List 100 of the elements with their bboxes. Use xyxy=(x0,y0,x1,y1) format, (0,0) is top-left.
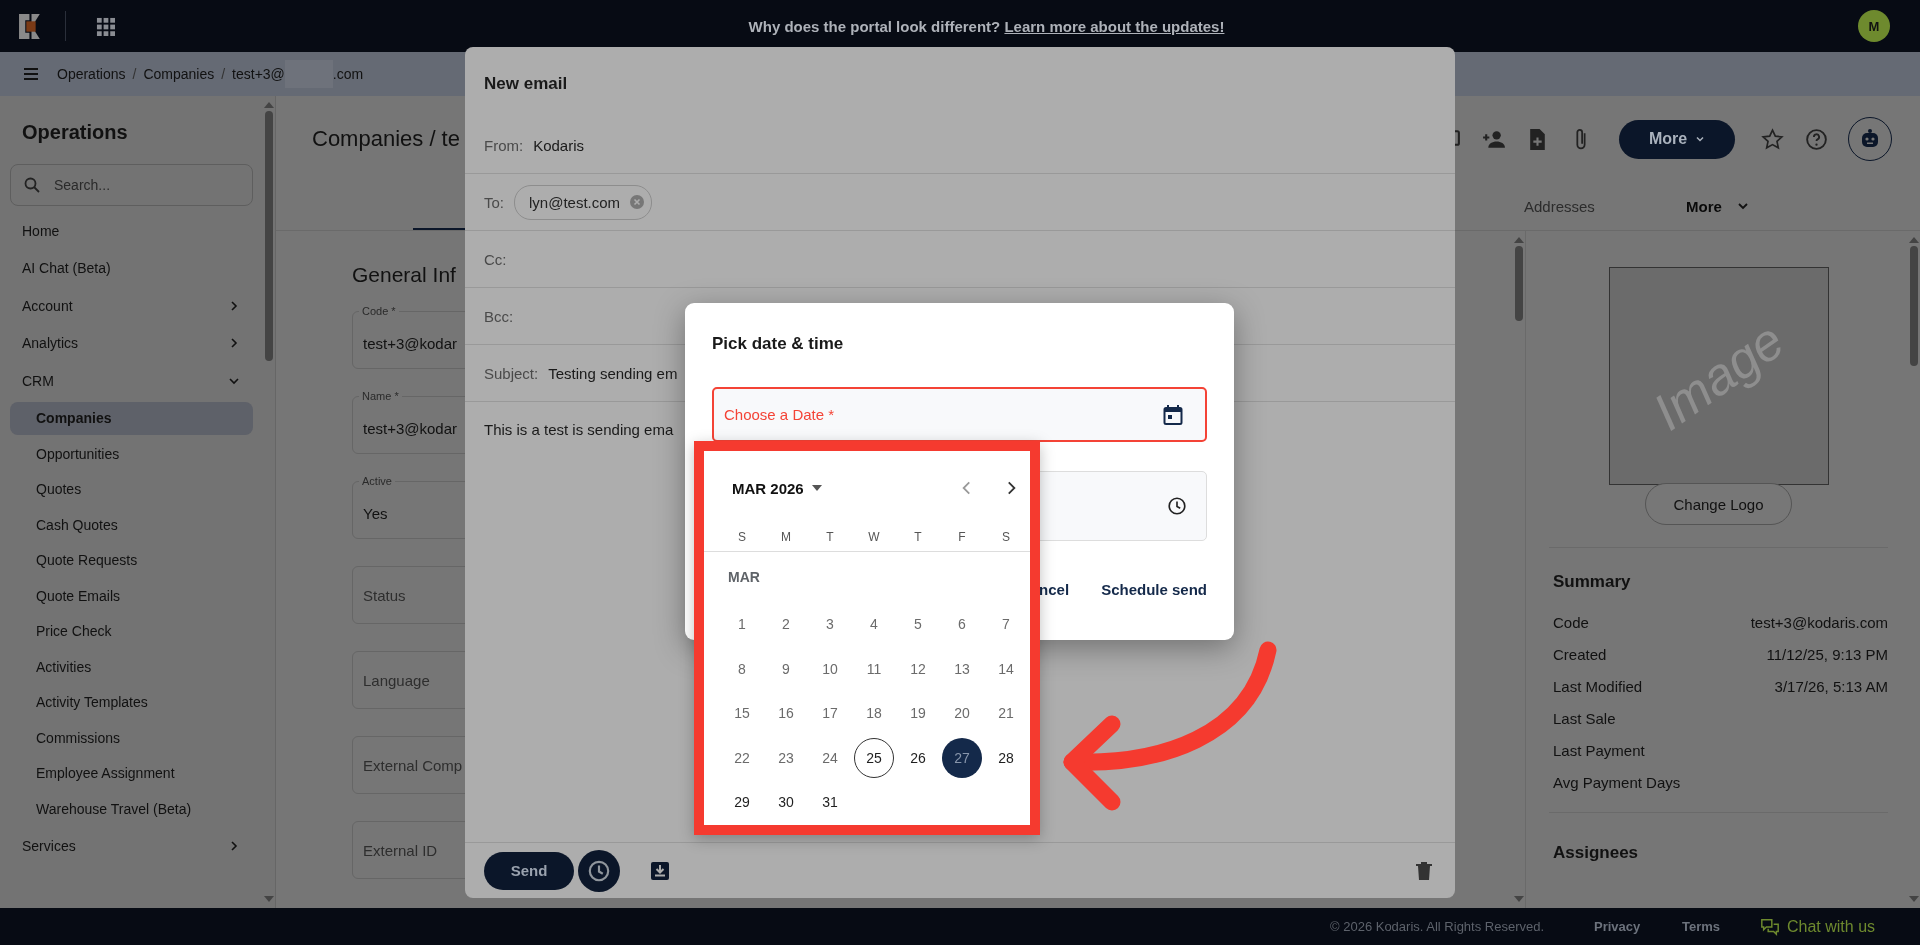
recipient-chip[interactable]: lyn@test.com xyxy=(514,184,653,220)
summary-label: Last Payment xyxy=(1553,741,1645,759)
copyright-text: © 2026 Kodaris. All Rights Reserved. xyxy=(1330,919,1546,934)
breadcrumb-current: test+3@ xyxy=(232,66,285,82)
month-label: MAR xyxy=(727,568,761,587)
field-placeholder: External Comp xyxy=(363,756,463,774)
chat-icon xyxy=(1760,916,1780,937)
sidebar-subitem[interactable]: Warehouse Travel (Beta) xyxy=(10,792,253,825)
star-icon[interactable] xyxy=(1760,126,1785,152)
remove-icon[interactable] xyxy=(629,194,646,210)
sidebar-subitem[interactable]: Employee Assignment xyxy=(10,756,253,790)
scrollbar-thumb[interactable] xyxy=(1910,246,1918,366)
field-label: Active xyxy=(359,475,395,488)
weekday-label: T xyxy=(913,530,923,544)
sidebar-subitem[interactable]: Quote Requests xyxy=(10,543,253,577)
cancel-button[interactable]: ncel xyxy=(1039,581,1070,598)
field-value: test+3@kodar xyxy=(363,419,458,437)
learn-more-link[interactable]: Learn more about the updates! xyxy=(1004,17,1225,35)
page-title: Companies / te xyxy=(312,126,460,152)
calendar-day[interactable]: 27 xyxy=(942,737,982,778)
field-label: Code * xyxy=(359,305,399,318)
summary-value: 3/17/26, 5:13 AM xyxy=(1774,677,1888,695)
tab[interactable]: More xyxy=(1686,197,1848,215)
month-year-selector[interactable]: MAR 2026 xyxy=(732,479,822,497)
email-field-value: Testing sending em xyxy=(548,364,678,382)
scrollbar-thumb[interactable] xyxy=(265,111,273,361)
sidebar-subitem[interactable]: Quote Emails xyxy=(10,579,253,612)
send-button[interactable]: Send xyxy=(484,851,574,890)
weekday-label: M xyxy=(780,530,792,544)
summary-label: Last Sale xyxy=(1553,709,1616,727)
sidebar-subitem[interactable]: Price Check xyxy=(10,614,253,648)
calendar-day[interactable]: 29 xyxy=(722,782,762,823)
calendar-day[interactable]: 30 xyxy=(766,782,806,823)
summary-label: Last Modified xyxy=(1553,677,1643,695)
sidebar-item[interactable]: Home xyxy=(10,212,253,250)
user-avatar[interactable]: M xyxy=(1858,10,1890,42)
email-field-label: Cc: xyxy=(484,250,507,268)
sidebar-subitem[interactable]: Opportunities xyxy=(10,437,253,470)
sidebar-subitem[interactable]: Quotes xyxy=(10,472,253,506)
schedule-button[interactable] xyxy=(578,849,620,892)
sidebar-subitem[interactable]: Companies xyxy=(10,401,253,435)
sidebar-item[interactable]: AI Chat (Beta) xyxy=(10,249,253,287)
weekday-label: W xyxy=(867,530,881,544)
field-label: Name * xyxy=(359,390,402,403)
sidebar-subitem[interactable]: Commissions xyxy=(10,721,253,754)
email-body-text: This is a test is sending ema xyxy=(484,421,674,438)
calendar-day[interactable]: 26 xyxy=(898,737,938,778)
field-placeholder: External ID xyxy=(363,841,438,859)
scrollbar-thumb[interactable] xyxy=(1515,246,1523,321)
summary-heading: Summary xyxy=(1553,572,1632,592)
search-icon xyxy=(23,176,41,194)
summary-value: test+3@kodaris.com xyxy=(1750,613,1888,631)
change-logo-button[interactable]: Change Logo xyxy=(1645,483,1792,525)
calendar-day[interactable]: 31 xyxy=(810,782,850,823)
footer-link[interactable]: Privacy xyxy=(1594,919,1682,934)
weekday-label: S xyxy=(737,530,747,544)
announcement-text: Why does the portal look different? Learn more about the updates! xyxy=(747,17,1226,35)
menu-icon[interactable] xyxy=(22,65,40,83)
section-heading: General Inf xyxy=(352,263,457,287)
weekday-label: F xyxy=(957,530,967,544)
field-value: test+3@kodar xyxy=(363,334,458,352)
calendar-day[interactable]: 28 xyxy=(986,737,1026,778)
sidebar-title: Operations xyxy=(21,121,129,144)
summary-label: Code xyxy=(1553,613,1589,631)
weekday-label: T xyxy=(825,530,835,544)
schedule-send-button[interactable]: Schedule send xyxy=(1101,581,1207,598)
breadcrumb-separator: / xyxy=(221,66,226,82)
field-placeholder: Status xyxy=(363,586,406,604)
email-field-label: To: xyxy=(484,193,504,211)
search-field[interactable]: Search... xyxy=(10,164,253,206)
weekday-label: S xyxy=(1001,530,1011,544)
sidebar-subitem[interactable]: Activities xyxy=(10,650,253,683)
sidebar-subitem[interactable]: Cash Quotes xyxy=(10,508,253,541)
sidebar-item[interactable]: CRM xyxy=(10,362,253,400)
sidebar-item[interactable]: Account xyxy=(10,287,253,325)
email-field-label: Bcc: xyxy=(484,307,514,325)
email-field-label: Subject: xyxy=(484,364,539,382)
more-button[interactable]: More xyxy=(1619,119,1735,159)
breadcrumb-current: .com xyxy=(332,66,364,82)
date-field[interactable]: Choose a Date * xyxy=(712,387,1207,442)
apps-grid-icon[interactable] xyxy=(96,16,115,36)
field-placeholder: Language xyxy=(363,671,430,689)
sidebar-item[interactable]: Services xyxy=(10,827,253,865)
breadcrumb-link[interactable]: Companies xyxy=(143,66,215,82)
email-field-label: From: xyxy=(484,136,524,154)
dialog-title: Pick date & time xyxy=(712,334,845,354)
dropdown-triangle-icon xyxy=(811,485,822,491)
sidebar-item[interactable]: Analytics xyxy=(10,324,253,362)
field-value: Yes xyxy=(363,504,388,522)
breadcrumb-separator: / xyxy=(132,66,137,82)
breadcrumb-link[interactable]: Operations xyxy=(57,66,126,82)
email-field-value: Kodaris xyxy=(533,136,585,154)
clock-icon xyxy=(1166,495,1188,517)
sidebar-subitem[interactable]: Activity Templates xyxy=(10,685,253,719)
caret-icon xyxy=(1695,134,1706,144)
summary-value: 11/12/25, 9:13 PM xyxy=(1766,645,1888,663)
dialog-title: New email xyxy=(483,73,569,95)
help-icon[interactable] xyxy=(1804,126,1829,152)
tab[interactable]: Addresses xyxy=(1524,197,1686,215)
calendar-icon[interactable] xyxy=(1161,402,1185,427)
